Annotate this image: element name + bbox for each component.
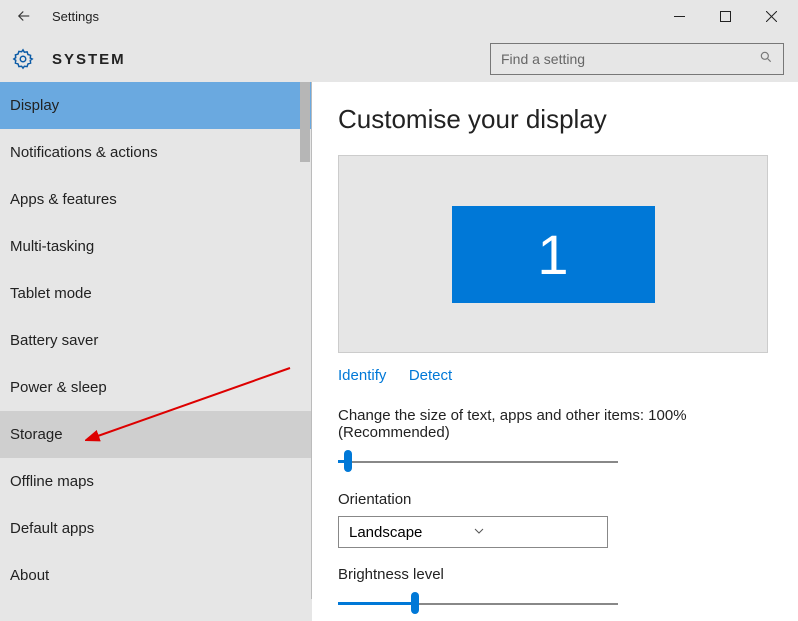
search-box[interactable] (490, 43, 784, 75)
sidebar-item-storage[interactable]: Storage (0, 411, 311, 458)
sidebar-item-default-apps[interactable]: Default apps (0, 505, 311, 552)
recommended-label: (Recommended) (338, 424, 772, 441)
orientation-label: Orientation (338, 491, 772, 508)
monitor-number: 1 (537, 222, 568, 287)
maximize-button[interactable] (702, 0, 748, 32)
sidebar-item-notifications-actions[interactable]: Notifications & actions (0, 129, 311, 176)
orientation-value: Landscape (349, 524, 473, 541)
orientation-select[interactable]: Landscape (338, 516, 608, 548)
detect-link[interactable]: Detect (409, 367, 452, 384)
text-size-slider[interactable] (338, 449, 618, 473)
minimize-button[interactable] (656, 0, 702, 32)
page-title: Customise your display (338, 104, 772, 135)
sidebar-item-offline-maps[interactable]: Offline maps (0, 458, 311, 505)
sidebar-scrollbar[interactable] (298, 82, 312, 621)
brightness-slider[interactable] (338, 591, 618, 615)
sidebar-item-battery-saver[interactable]: Battery saver (0, 317, 311, 364)
main-panel: Customise your display 1 Identify Detect… (312, 82, 798, 621)
sidebar: DisplayNotifications & actionsApps & fea… (0, 82, 312, 621)
text-size-label: Change the size of text, apps and other … (338, 407, 772, 424)
search-input[interactable] (501, 51, 759, 67)
monitor-tile-1[interactable]: 1 (452, 206, 655, 303)
back-button[interactable] (4, 0, 44, 32)
window-title: Settings (52, 9, 99, 24)
sidebar-item-apps-features[interactable]: Apps & features (0, 176, 311, 223)
brightness-label: Brightness level (338, 566, 772, 583)
gear-icon (12, 48, 34, 70)
system-label: SYSTEM (52, 51, 126, 68)
sidebar-item-display[interactable]: Display (0, 82, 311, 129)
display-arrangement[interactable]: 1 (338, 155, 768, 353)
identify-link[interactable]: Identify (338, 367, 386, 384)
sidebar-item-tablet-mode[interactable]: Tablet mode (0, 270, 311, 317)
search-icon (759, 50, 773, 69)
sidebar-item-about[interactable]: About (0, 552, 311, 599)
close-button[interactable] (748, 0, 794, 32)
sidebar-item-multi-tasking[interactable]: Multi-tasking (0, 223, 311, 270)
chevron-down-icon (473, 524, 597, 541)
sidebar-item-power-sleep[interactable]: Power & sleep (0, 364, 311, 411)
